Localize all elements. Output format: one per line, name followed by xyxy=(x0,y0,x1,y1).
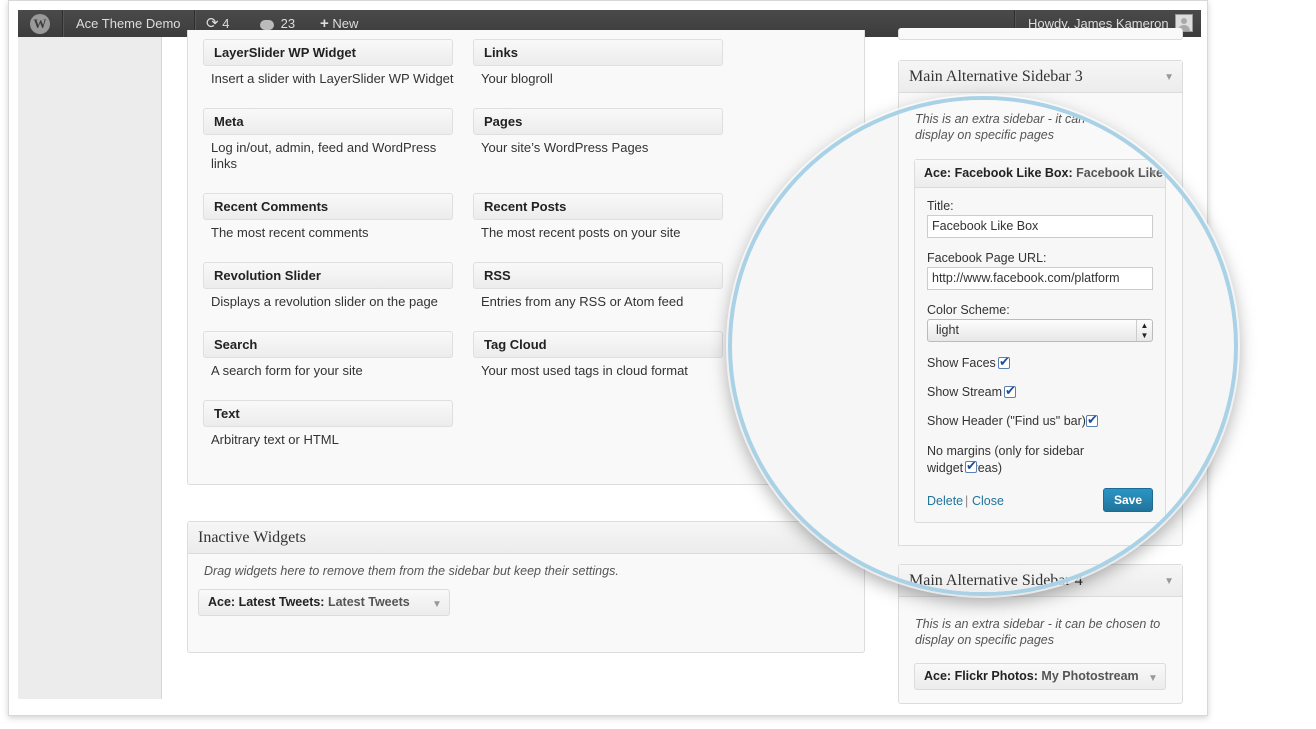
magnifier-lens: This is an extra sidebar - it can be cho… xyxy=(728,96,1238,596)
available-widget[interactable]: Pages xyxy=(473,108,723,135)
inactive-widgets-note: Drag widgets here to remove them from th… xyxy=(204,564,619,578)
widget-toggle-arrow-icon[interactable]: ▼ xyxy=(1148,168,1158,179)
available-widget[interactable]: Revolution Slider xyxy=(203,262,453,289)
select-arrows-icon: ▲ ▼ xyxy=(1136,320,1152,341)
delete-link[interactable]: Delete xyxy=(927,494,963,508)
available-widget[interactable]: Tag Cloud xyxy=(473,331,723,358)
title-input[interactable]: Facebook Like Box xyxy=(927,215,1153,238)
available-widget-description: The most recent comments xyxy=(211,225,369,240)
show-header-checkbox[interactable] xyxy=(1086,412,1098,428)
save-button[interactable]: Save xyxy=(1103,488,1153,512)
comment-bubble-icon xyxy=(260,19,274,30)
sidebar-3-title[interactable]: Main Alternative Sidebar 3 xyxy=(899,61,1182,93)
sidebar-4-note: This is an extra sidebar - it can be cho… xyxy=(915,617,1161,647)
available-widget[interactable]: RSS xyxy=(473,262,723,289)
available-widget[interactable]: Search xyxy=(203,331,453,358)
available-widget[interactable]: Recent Posts xyxy=(473,193,723,220)
sidebar-4-panel-magnified: Main Alternative Sidebar 4 ▼ xyxy=(898,564,1183,592)
sidebar-top-edge xyxy=(898,28,1183,40)
available-widget-description: Log in/out, admin, feed and WordPress li… xyxy=(211,140,437,171)
widget-title: My Photostream xyxy=(1041,669,1139,683)
admin-menu xyxy=(18,37,162,699)
wordpress-logo-icon[interactable]: W xyxy=(30,14,50,34)
available-widget-description: The most recent posts on your site xyxy=(481,225,681,240)
widget-name: Ace: Facebook Like Box: xyxy=(924,166,1073,180)
close-link[interactable]: Close xyxy=(972,494,1004,508)
available-widget[interactable]: Recent Comments xyxy=(203,193,453,220)
no-margins-checkbox[interactable] xyxy=(965,458,977,474)
new-label: New xyxy=(332,16,359,31)
show-faces-checkbox[interactable] xyxy=(998,354,1010,370)
no-margins-label: No margins (only for sidebar widget area… xyxy=(927,444,1085,475)
show-stream-checkbox[interactable] xyxy=(1004,383,1016,399)
facebook-url-label: Facebook Page URL: xyxy=(927,251,1047,265)
sidebar-3-note: This is an extra sidebar - it can be cho… xyxy=(915,112,1161,142)
available-widget-description: Your most used tags in cloud format xyxy=(481,363,688,378)
available-widget-description: Your site’s WordPress Pages xyxy=(481,140,649,155)
toggle-arrow-icon[interactable]: ▼ xyxy=(1164,72,1174,83)
link-separator: | xyxy=(965,494,969,508)
widget-name: Ace: Latest Tweets: xyxy=(208,595,325,609)
available-widget-description: Entries from any RSS or Atom feed xyxy=(481,294,684,309)
available-widget[interactable]: LayerSlider WP Widget xyxy=(203,39,453,66)
widget-toggle-arrow-icon[interactable]: ▼ xyxy=(432,599,442,610)
available-widget[interactable]: Links xyxy=(473,39,723,66)
color-scheme-value: light xyxy=(936,323,959,337)
available-widget[interactable]: Text xyxy=(203,400,453,427)
widget-title: Latest Tweets xyxy=(327,595,410,609)
available-widget-description: Insert a slider with LayerSlider WP Widg… xyxy=(211,71,454,86)
title-label: Title: xyxy=(927,199,954,213)
facebook-url-input[interactable]: http://www.facebook.com/platform xyxy=(927,267,1153,290)
available-widget-description: A search form for your site xyxy=(211,363,363,378)
inactive-widget-latest-tweets[interactable]: Ace: Latest Tweets: Latest Tweets xyxy=(198,589,450,616)
sidebar-4-title-magnified: Main Alternative Sidebar 4 xyxy=(899,565,1182,592)
available-widget[interactable]: Meta xyxy=(203,108,453,135)
site-name-link[interactable]: Ace Theme Demo xyxy=(76,10,181,37)
widget-toggle-arrow-icon[interactable]: ▼ xyxy=(1148,673,1158,684)
color-scheme-select[interactable]: light ▲ ▼ xyxy=(927,319,1153,342)
available-widget-description: Displays a revolution slider on the page xyxy=(211,294,438,309)
available-widget-description: Your blogroll xyxy=(481,71,553,86)
updates-count: 4 xyxy=(222,16,230,31)
color-scheme-label: Color Scheme: xyxy=(927,303,1010,317)
available-widget-description: Arbitrary text or HTML xyxy=(211,432,339,447)
comments-count: 23 xyxy=(280,16,296,31)
show-stream-label: Show Stream xyxy=(927,385,1003,399)
sidebar-4-widget-flickr[interactable]: Ace: Flickr Photos: My Photostream xyxy=(914,663,1166,690)
show-faces-label: Show Faces xyxy=(927,356,996,370)
show-header-label: Show Header ("Find us" bar) xyxy=(927,414,1086,428)
toggle-arrow-icon: ▼ xyxy=(1164,576,1174,587)
widget-name: Ace: Flickr Photos: xyxy=(924,669,1038,683)
widget-header[interactable]: Ace: Facebook Like Box: Facebook Like Bo… xyxy=(915,160,1165,188)
